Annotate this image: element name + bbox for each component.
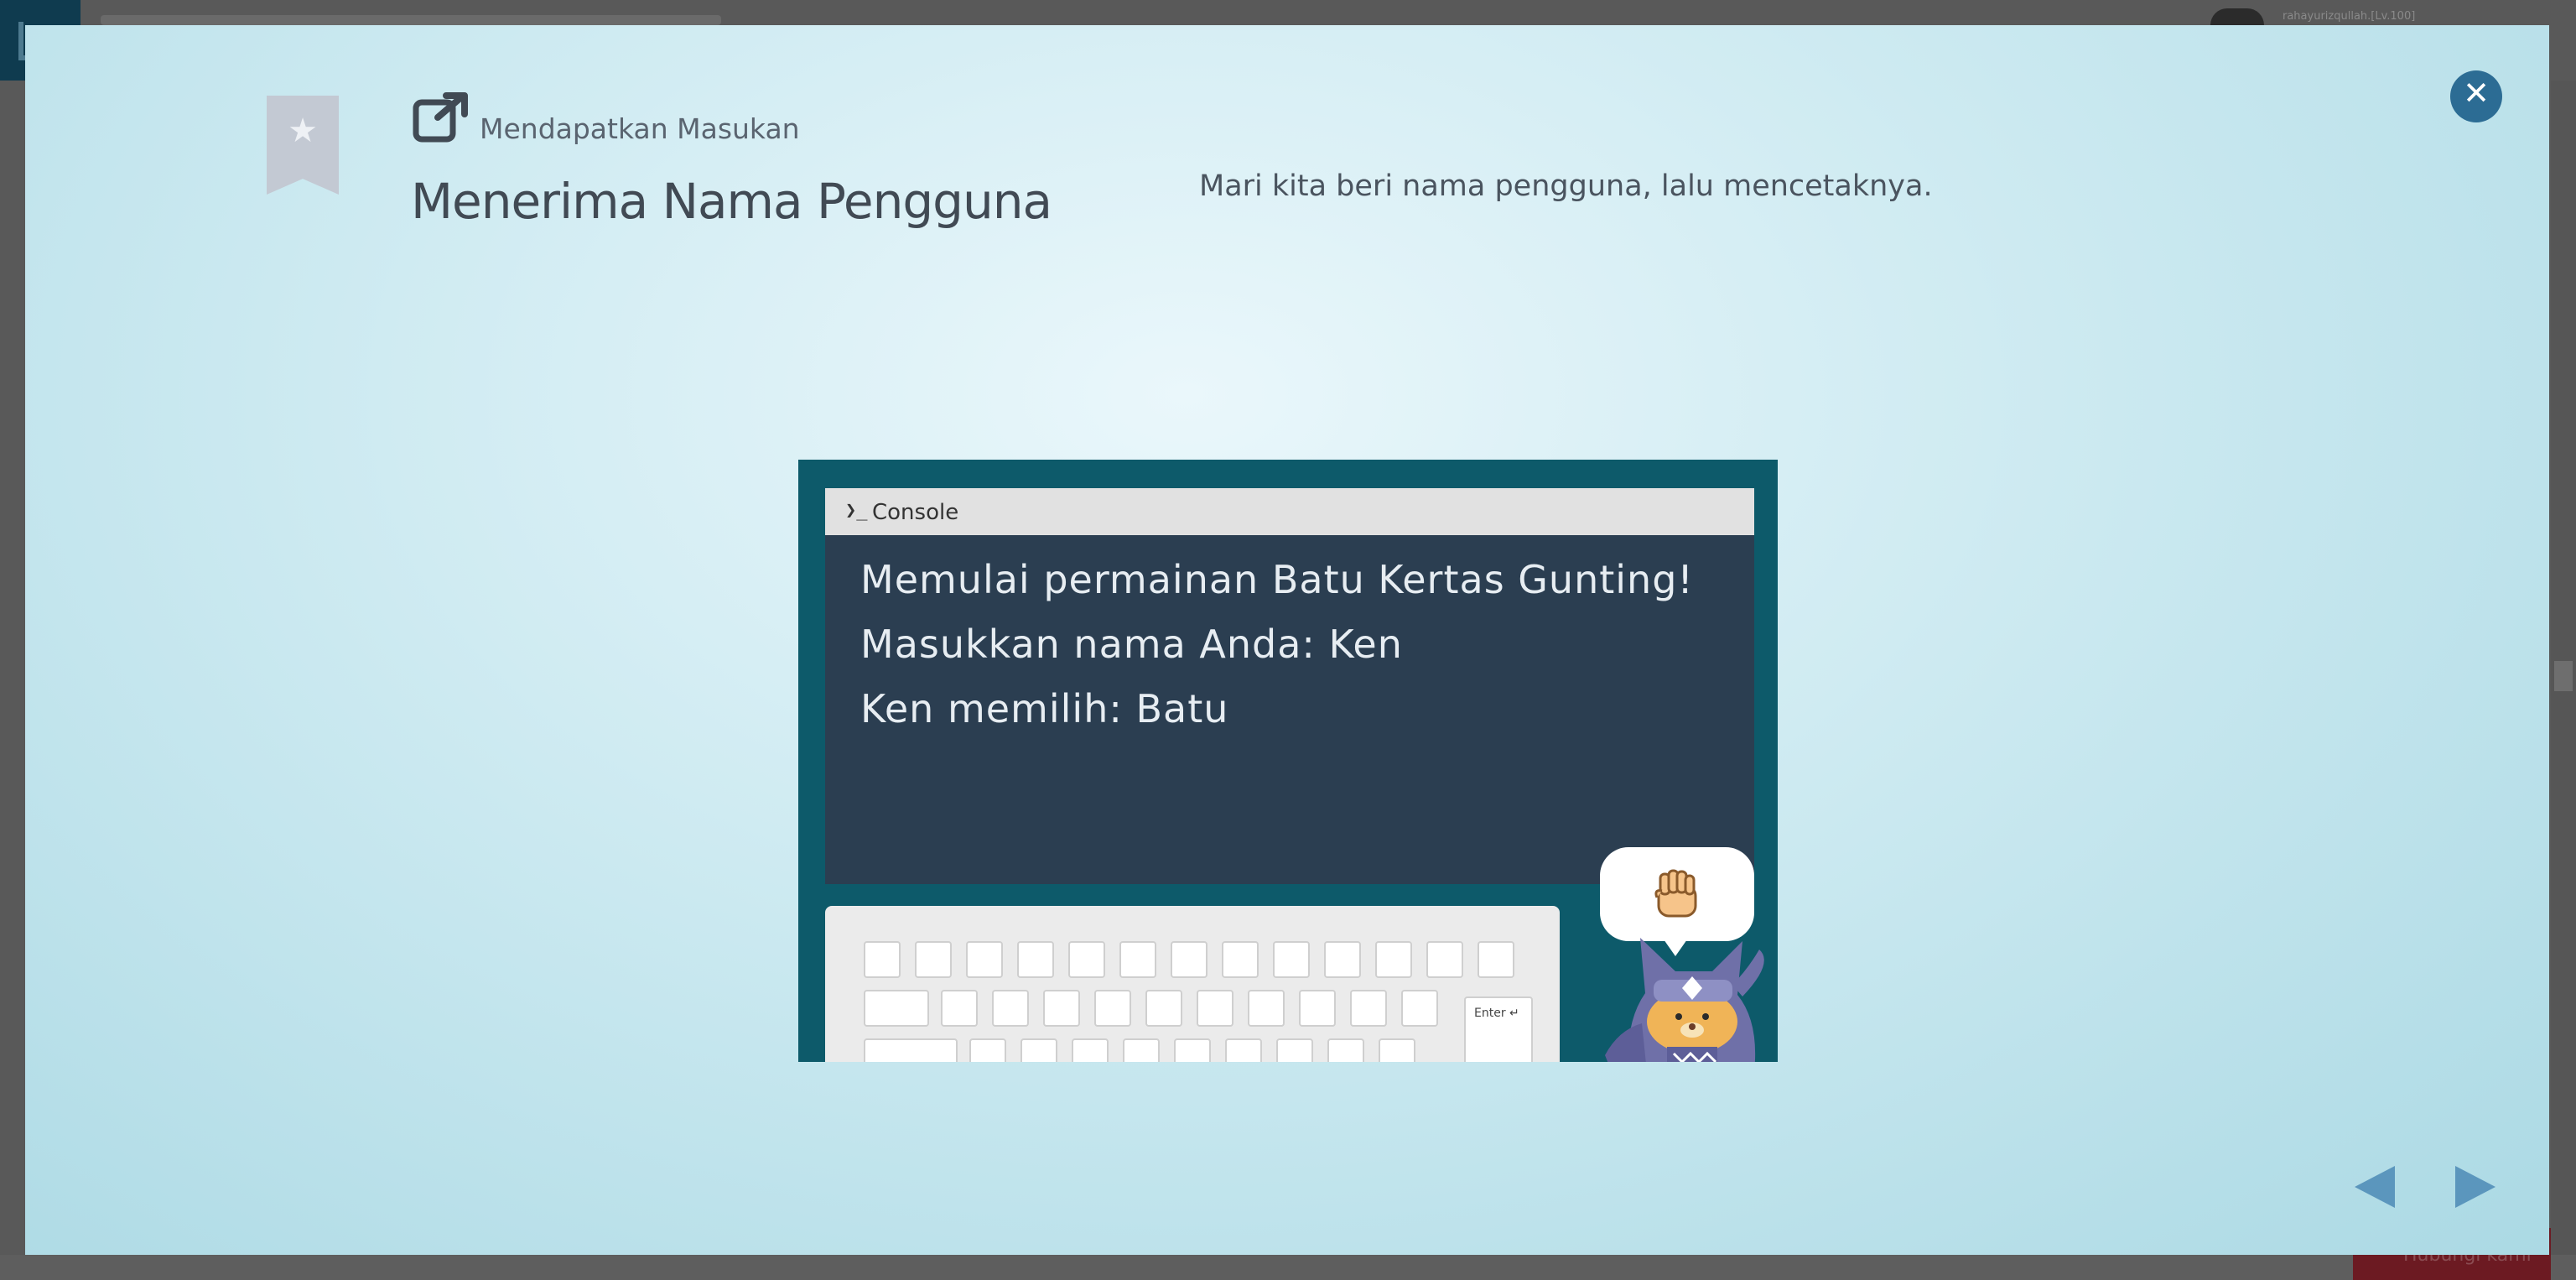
keyboard-key: [864, 941, 901, 978]
background-bottom-bar: [0, 1255, 2576, 1280]
keyboard-key: [1273, 941, 1310, 978]
keyboard-key: [1068, 941, 1105, 978]
terminal-prompt-icon: ❯_: [845, 500, 868, 521]
enter-key-label: Enter ↵: [1474, 1007, 1519, 1020]
keyboard-key: [1248, 990, 1285, 1027]
user-avatar: [2210, 8, 2264, 25]
keyboard-key: [1123, 1038, 1160, 1062]
keyboard-key: [969, 1038, 1006, 1062]
speech-bubble: [1600, 847, 1754, 956]
arrow-right-icon[interactable]: [2452, 1164, 2499, 1210]
keyboard-key: [1222, 941, 1259, 978]
keyboard-key: [1021, 1038, 1057, 1062]
keyboard-illustration: Enter ↵: [825, 906, 1560, 1062]
ninja-cat-character: [1605, 938, 1764, 1062]
bookmark-star-icon[interactable]: ★: [267, 96, 339, 195]
keyboard-key: [1327, 1038, 1364, 1062]
keyboard-key: [1197, 990, 1233, 1027]
keyboard-key: [992, 990, 1029, 1027]
keyboard-key: [1276, 1038, 1313, 1062]
enter-key: Enter ↵: [1464, 996, 1533, 1062]
keyboard-key: [1478, 941, 1514, 978]
background-scrollbar-thumb: [2554, 661, 2573, 691]
keyboard-key: [1017, 941, 1054, 978]
keyboard-key: [1299, 990, 1336, 1027]
lesson-modal: ★ Mendapatkan Masukan Menerima Nama Peng…: [25, 25, 2549, 1255]
keyboard-key: [1171, 941, 1208, 978]
keyboard-key: [864, 990, 929, 1027]
external-link-icon: [413, 92, 468, 143]
keyboard-key: [1174, 1038, 1211, 1062]
rock-fist-icon: [1654, 869, 1697, 918]
keyboard-key: [1379, 1038, 1415, 1062]
keyboard-key: [1350, 990, 1387, 1027]
keyboard-key: [1401, 990, 1438, 1027]
keyboard-key: [1324, 941, 1361, 978]
keyboard-key: [1225, 1038, 1262, 1062]
console-output: Memulai permainan Batu Kertas Gunting! M…: [825, 535, 1754, 884]
keyboard-key: [1375, 941, 1412, 978]
keyboard-key: [1426, 941, 1463, 978]
close-button[interactable]: ✕: [2450, 70, 2502, 122]
arrow-left-icon[interactable]: [2351, 1164, 2398, 1210]
keyboard-key: [1119, 941, 1156, 978]
console-label: Console: [872, 500, 959, 525]
close-icon: ✕: [2463, 75, 2490, 112]
keyboard-key: [1145, 990, 1182, 1027]
console-line: Ken memilih: Batu: [860, 686, 1229, 731]
console-line: Masukkan nama Anda: Ken: [860, 622, 1403, 667]
console-line: Memulai permainan Batu Kertas Gunting!: [860, 557, 1694, 602]
username-label: rahayurizqullah.[Lv.100]: [2283, 10, 2416, 23]
keyboard-key: [1072, 1038, 1109, 1062]
background-topbar: [101, 15, 721, 25]
keyboard-key: [864, 1038, 958, 1062]
keyboard-key: [1094, 990, 1131, 1027]
console-illustration: ❯_ Console Memulai permainan Batu Kertas…: [798, 460, 1778, 1062]
console-header: ❯_ Console: [825, 488, 1754, 535]
keyboard-key: [966, 941, 1003, 978]
keyboard-key: [915, 941, 952, 978]
keyboard-key: [941, 990, 978, 1027]
lesson-description: Mari kita beri nama pengguna, lalu mence…: [1199, 169, 1933, 203]
lesson-title: Menerima Nama Pengguna: [411, 173, 1052, 230]
lesson-category: Mendapatkan Masukan: [480, 112, 800, 145]
keyboard-key: [1043, 990, 1080, 1027]
